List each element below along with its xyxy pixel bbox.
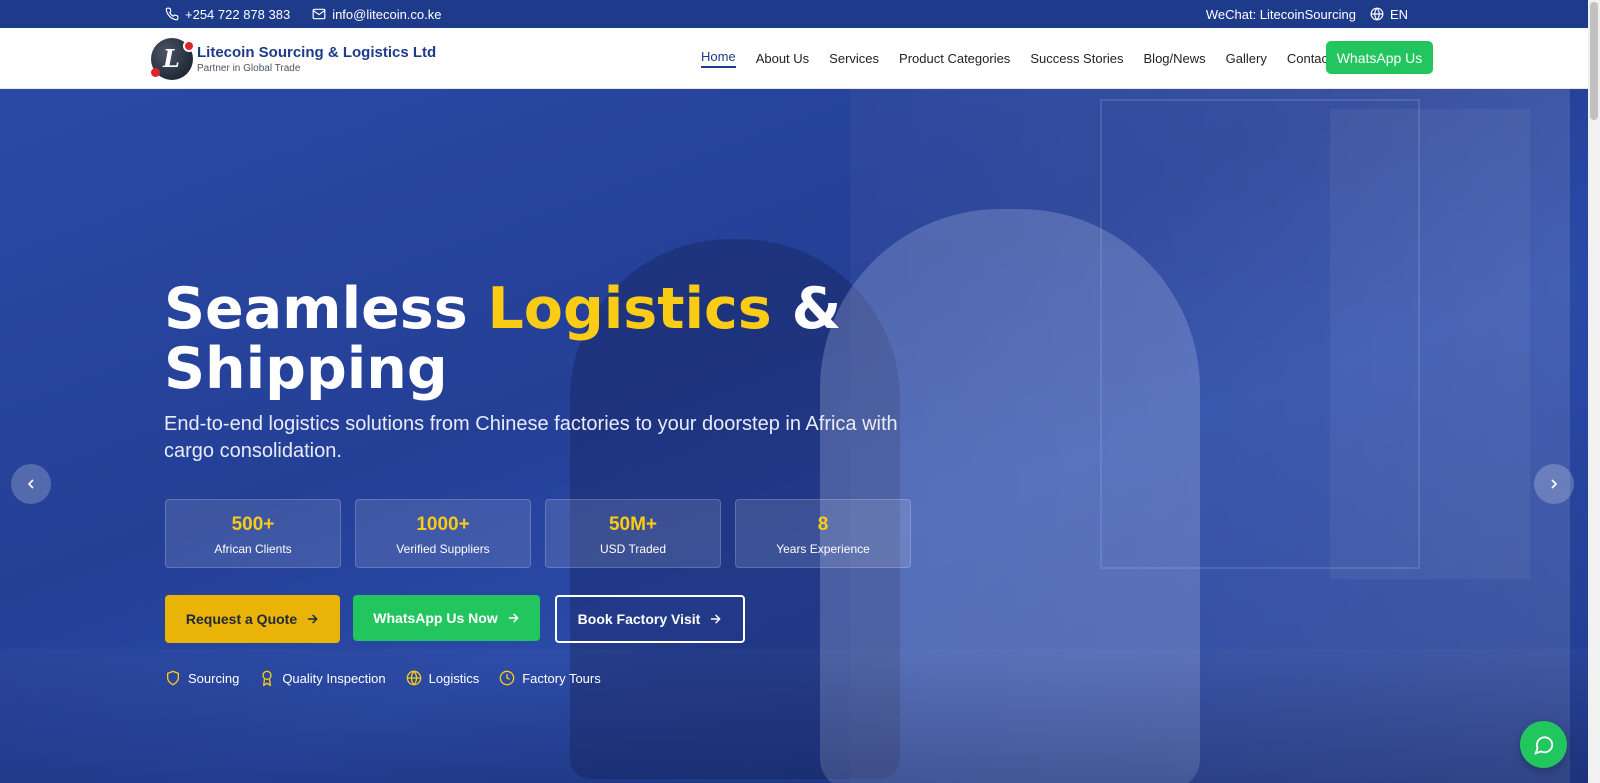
clock-icon bbox=[499, 670, 515, 686]
nav-blog-news[interactable]: Blog/News bbox=[1144, 51, 1206, 66]
chat-fab-button[interactable] bbox=[1520, 721, 1567, 768]
slider-next-button[interactable] bbox=[1534, 464, 1574, 504]
header-whatsapp-button[interactable]: WhatsApp Us bbox=[1326, 41, 1433, 74]
whatsapp-now-button[interactable]: WhatsApp Us Now bbox=[353, 595, 540, 641]
language-switcher[interactable]: EN bbox=[1370, 7, 1408, 22]
chevron-left-icon bbox=[27, 479, 34, 489]
feature-item: Sourcing bbox=[165, 670, 239, 686]
globe-icon bbox=[1370, 7, 1384, 21]
stat-card: 500+ African Clients bbox=[165, 499, 341, 568]
phone-contact[interactable]: +254 722 878 383 bbox=[165, 7, 290, 22]
site-header: L Litecoin Sourcing & Logistics Ltd Part… bbox=[0, 28, 1588, 89]
nav-home[interactable]: Home bbox=[701, 49, 736, 68]
stat-card: 50M+ USD Traded bbox=[545, 499, 721, 568]
hero-subtitle: End-to-end logistics solutions from Chin… bbox=[164, 413, 898, 462]
hero-title-highlight: Logistics bbox=[487, 276, 772, 342]
stat-card: 8 Years Experience bbox=[735, 499, 911, 568]
page-scrollbar[interactable] bbox=[1588, 0, 1600, 783]
stat-label: USD Traded bbox=[599, 542, 667, 556]
chevron-right-icon bbox=[1551, 479, 1558, 489]
feature-list: Sourcing Quality Inspection Logistics Fa… bbox=[165, 670, 601, 686]
stat-card: 1000+ Verified Suppliers bbox=[355, 499, 531, 568]
award-icon bbox=[262, 670, 272, 686]
feature-item: Logistics bbox=[406, 670, 479, 686]
arrow-right-icon bbox=[508, 613, 519, 623]
stat-label: Verified Suppliers bbox=[396, 542, 490, 556]
stats-row: 500+ African Clients 1000+ Verified Supp… bbox=[165, 499, 911, 568]
stat-value: 500+ bbox=[231, 514, 275, 535]
stat-value: 50M+ bbox=[608, 514, 658, 535]
brand-logo[interactable]: L Litecoin Sourcing & Logistics Ltd Part… bbox=[151, 38, 436, 80]
nav-success-stories[interactable]: Success Stories bbox=[1030, 51, 1123, 66]
hero-title: Seamless Logistics & Shipping bbox=[164, 276, 842, 402]
email-contact[interactable]: info@litecoin.co.ke bbox=[312, 6, 442, 22]
top-contact-bar: +254 722 878 383 info@litecoin.co.ke WeC… bbox=[0, 0, 1588, 28]
brand-name: Litecoin Sourcing & Logistics Ltd bbox=[197, 44, 437, 61]
scrollbar-thumb[interactable] bbox=[1590, 2, 1598, 120]
feature-item: Factory Tours bbox=[499, 670, 601, 686]
logo-icon: L bbox=[151, 38, 195, 80]
language-label: EN bbox=[1389, 6, 1408, 22]
stat-label: African Clients bbox=[214, 542, 292, 556]
mail-icon bbox=[312, 8, 326, 20]
phone-icon bbox=[165, 7, 179, 21]
wechat-id: WeChat: LitecoinSourcing bbox=[1205, 6, 1356, 22]
arrow-right-icon bbox=[308, 614, 318, 624]
main-nav: Home About Us Services Product Categorie… bbox=[701, 28, 1351, 88]
arrow-right-icon bbox=[711, 614, 722, 624]
stat-value: 8 bbox=[817, 514, 829, 535]
nav-about-us[interactable]: About Us bbox=[756, 51, 809, 66]
feature-item: Quality Inspection bbox=[259, 670, 386, 686]
stat-label: Years Experience bbox=[776, 542, 870, 556]
request-quote-button[interactable]: Request a Quote bbox=[165, 595, 340, 643]
stat-value: 1000+ bbox=[416, 514, 470, 535]
book-factory-visit-button[interactable]: Book Factory Visit bbox=[555, 595, 745, 643]
globe-icon bbox=[406, 670, 421, 686]
email-address: info@litecoin.co.ke bbox=[332, 6, 442, 22]
chat-icon bbox=[1533, 735, 1553, 755]
brand-tagline: Partner in Global Trade bbox=[197, 63, 301, 74]
nav-product-categories[interactable]: Product Categories bbox=[899, 51, 1010, 66]
nav-gallery[interactable]: Gallery bbox=[1226, 51, 1267, 66]
hero-slider: Seamless Logistics & Shipping End-to-end… bbox=[0, 89, 1588, 783]
phone-number: +254 722 878 383 bbox=[185, 6, 291, 22]
slider-prev-button[interactable] bbox=[11, 464, 51, 504]
nav-services[interactable]: Services bbox=[829, 51, 879, 66]
shield-icon bbox=[167, 670, 179, 686]
